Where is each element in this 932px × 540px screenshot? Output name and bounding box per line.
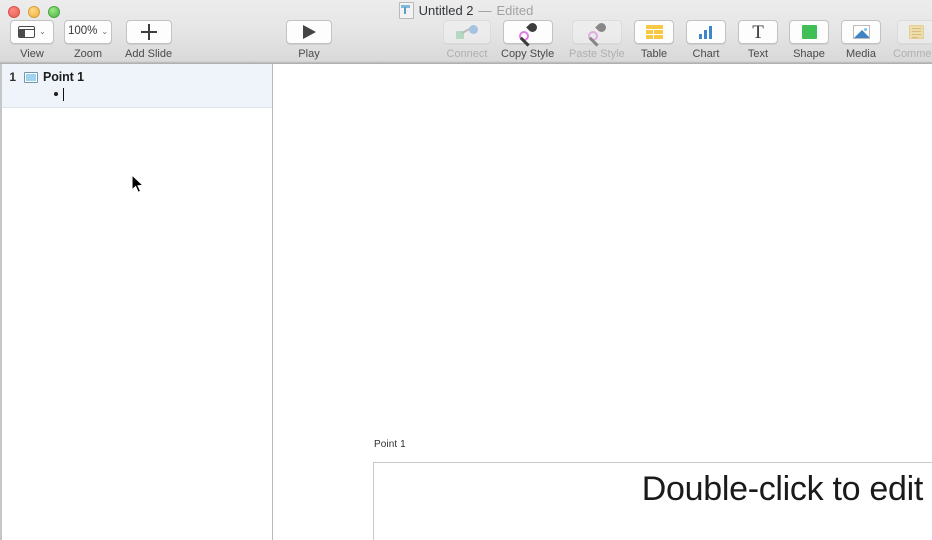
connect-icon <box>456 25 478 39</box>
toolbar-item-zoom[interactable]: 100% ⌄ Zoom <box>64 20 112 60</box>
shape-label: Shape <box>793 48 825 60</box>
chart-label: Chart <box>692 48 720 60</box>
toolbar: Untitled 2 — Edited ⌄ View 100% ⌄ Zoom A… <box>0 0 932 64</box>
chart-icon <box>698 25 715 39</box>
minimize-button[interactable] <box>28 6 40 18</box>
toolbar-item-view[interactable]: ⌄ View <box>10 20 54 60</box>
keynote-document-icon <box>398 2 414 19</box>
slide-canvas[interactable]: Point 1 Double-click to edit <box>274 64 932 540</box>
add-slide-button[interactable] <box>125 20 172 44</box>
document-edit-status: Edited <box>496 3 534 18</box>
chevron-down-icon: ⌄ <box>101 27 109 36</box>
table-icon <box>645 25 663 39</box>
view-button[interactable]: ⌄ <box>10 20 54 44</box>
outline-navigator[interactable]: 1 Point 1 <box>0 64 273 540</box>
comment-label: Comment <box>893 48 932 60</box>
document-title: Untitled 2 — Edited <box>0 2 932 19</box>
text-label: Text <box>747 48 769 60</box>
text-caret <box>63 87 64 101</box>
shape-icon <box>801 25 817 39</box>
media-icon <box>852 25 870 39</box>
connect-label: Connect <box>446 48 488 60</box>
shape-button[interactable] <box>789 20 829 44</box>
connect-button[interactable] <box>443 20 491 44</box>
window-controls <box>8 6 60 18</box>
eyedropper-icon <box>518 21 539 47</box>
slide-number: 1 <box>9 70 16 84</box>
chevron-down-icon: ⌄ <box>39 27 46 36</box>
outline-bullet-line[interactable] <box>2 87 272 101</box>
view-label: View <box>20 48 44 60</box>
bullet-point-icon <box>54 92 58 96</box>
slide-thumbnail-icon[interactable] <box>24 71 38 83</box>
document-name: Untitled 2 <box>418 3 474 18</box>
toolbar-item-play[interactable]: Play <box>286 20 332 60</box>
view-layout-icon <box>18 26 36 38</box>
table-label: Table <box>640 48 668 60</box>
close-button[interactable] <box>8 6 20 18</box>
comment-icon <box>909 25 925 39</box>
slide-body-textbox[interactable]: Double-click to edit <box>373 462 932 540</box>
toolbar-item-copy-style[interactable]: Copy Style <box>501 20 554 60</box>
paste-style-button[interactable] <box>571 20 622 47</box>
table-button[interactable] <box>634 20 674 44</box>
slide-title-placeholder[interactable]: Point 1 <box>374 439 406 450</box>
text-icon: T <box>752 21 764 43</box>
media-button[interactable] <box>841 20 881 44</box>
media-label: Media <box>846 48 876 60</box>
comment-button[interactable] <box>896 20 932 44</box>
toolbar-item-media[interactable]: Media <box>841 20 881 60</box>
toolbar-item-comment[interactable]: Comment <box>893 20 932 60</box>
paste-style-label: Paste Style <box>569 48 625 60</box>
keynote-window: Untitled 2 — Edited ⌄ View 100% ⌄ Zoom A… <box>0 0 932 540</box>
toolbar-item-add-slide[interactable]: Add Slide <box>125 20 172 60</box>
toolbar-item-connect[interactable]: Connect <box>443 20 491 60</box>
zoom-button[interactable] <box>48 6 60 18</box>
play-button[interactable] <box>286 20 332 44</box>
copy-style-button[interactable] <box>502 20 553 47</box>
zoom-label: Zoom <box>73 48 103 60</box>
chart-button[interactable] <box>686 20 726 44</box>
toolbar-item-shape[interactable]: Shape <box>789 20 829 60</box>
eyedropper-icon <box>587 21 608 47</box>
body-placeholder-text[interactable]: Double-click to edit <box>642 468 924 510</box>
outline-slide-title-line[interactable]: 1 Point 1 <box>2 69 272 85</box>
add-slide-label: Add Slide <box>125 48 173 60</box>
mouse-cursor <box>131 174 145 194</box>
play-label: Play <box>298 48 320 60</box>
outline-slide-row[interactable]: 1 Point 1 <box>2 64 272 108</box>
toolbar-item-text[interactable]: T Text <box>738 20 778 60</box>
outline-slide-title[interactable]: Point 1 <box>43 70 84 84</box>
zoom-value: 100% <box>67 25 98 38</box>
copy-style-label: Copy Style <box>501 48 555 60</box>
zoom-select[interactable]: 100% ⌄ <box>64 20 112 44</box>
toolbar-item-chart[interactable]: Chart <box>686 20 726 60</box>
title-separator: — <box>478 3 492 18</box>
toolbar-item-table[interactable]: Table <box>634 20 674 60</box>
plus-icon <box>140 24 157 40</box>
toolbar-item-paste-style[interactable]: Paste Style <box>569 20 625 60</box>
text-button[interactable]: T <box>738 20 778 44</box>
play-icon <box>302 25 316 39</box>
